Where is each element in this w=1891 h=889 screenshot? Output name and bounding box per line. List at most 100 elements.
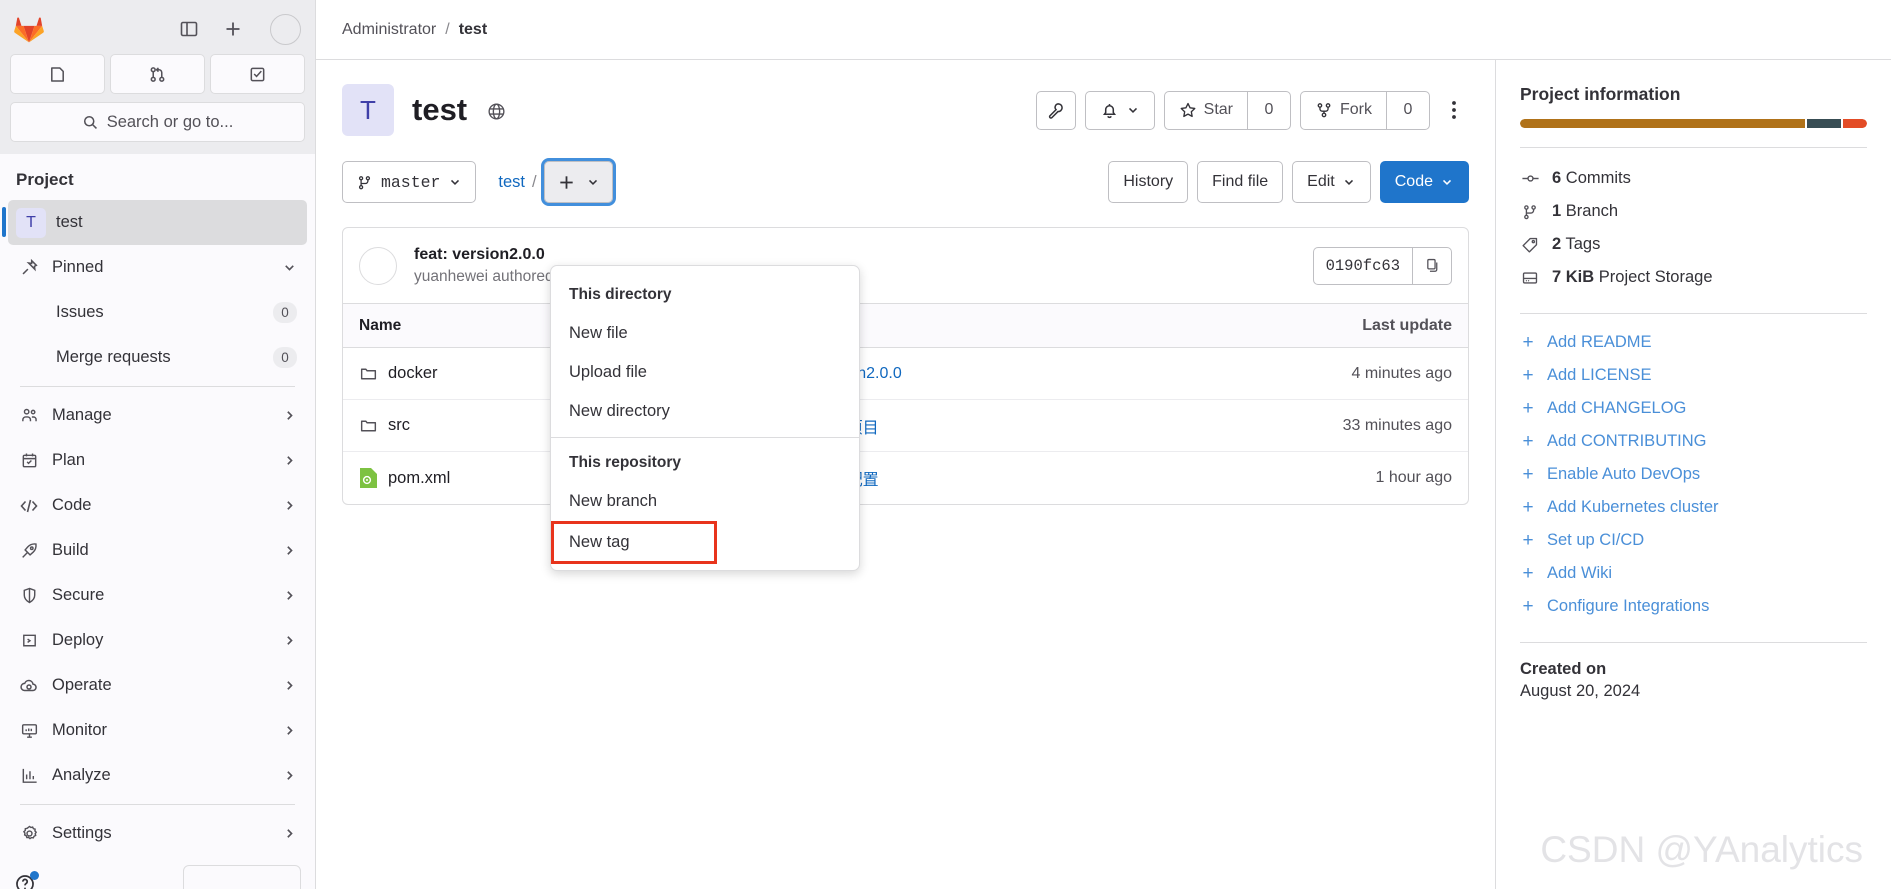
branch-icon [356,174,373,191]
chevron-right-icon [282,543,297,558]
sidebar-item-label: Issues [56,303,104,321]
file-list-table: Name Last update docker 4 minutes ago sr… [342,304,1469,505]
last-update-time: 4 minutes ago [1351,364,1452,382]
sidebar-bottom [0,855,315,889]
branch-selector[interactable]: master [342,161,477,203]
language-bar[interactable] [1520,119,1867,128]
plus-icon: + [1522,529,1534,551]
dropdown-item-new-file[interactable]: New file [551,314,859,353]
file-name[interactable]: pom.xml [388,469,450,488]
stat-commits[interactable]: 6 Commits [1520,162,1867,195]
link-add-readme[interactable]: + Add README [1520,326,1867,359]
sidebar-item-label: test [56,213,83,231]
commit-message[interactable]: feat: version2.0.0 [414,246,655,264]
sidebar-item-pinned[interactable]: Pinned [8,245,307,290]
link-enable-auto-devops[interactable]: + Enable Auto DevOps [1520,458,1867,491]
link-add-license[interactable]: + Add LICENSE [1520,359,1867,392]
help-icon[interactable] [14,871,39,889]
file-toolbar-actions: History Find file Edit Code [1108,161,1469,203]
last-commit-card: feat: version2.0.0 yuanhewei authored 4 … [342,227,1469,304]
stat-label: Branch [1565,202,1619,220]
link-label: Add README [1547,333,1652,351]
link-configure-integrations[interactable]: + Configure Integrations [1520,590,1867,623]
link-add-changelog[interactable]: + Add CHANGELOG [1520,392,1867,425]
chevron-right-icon [282,768,297,783]
plus-icon: + [1522,463,1534,485]
branch-name: master [381,172,441,192]
commit-author-avatar [359,246,397,285]
link-set-up-cicd[interactable]: + Set up CI/CD [1520,524,1867,557]
sidebar-item-operate[interactable]: Operate [8,663,307,708]
history-button[interactable]: History [1108,161,1189,203]
file-name[interactable]: src [388,416,410,435]
star-count[interactable]: 0 [1247,90,1291,130]
sidebar-item-merge-requests[interactable]: Merge requests 0 [8,335,307,380]
sidebar-item-build[interactable]: Build [8,528,307,573]
chevron-down-icon [1440,175,1454,189]
sidebar-item-label: Plan [52,451,86,469]
sidebar-item-code[interactable]: Code [8,483,307,528]
stat-tags[interactable]: 2 Tags [1520,228,1867,261]
xml-file-icon [359,467,378,489]
link-add-kubernetes-cluster[interactable]: + Add Kubernetes cluster [1520,491,1867,524]
fork-count[interactable]: 0 [1386,90,1430,130]
commit-sha[interactable]: 0190fc63 [1312,246,1412,285]
sidebar-topbar-actions [176,13,301,45]
gitlab-logo[interactable] [14,14,44,44]
sidebar-item-label: Operate [52,676,112,694]
toggle-sidebar-icon[interactable] [176,16,202,42]
link-label: Add Kubernetes cluster [1547,498,1719,516]
code-button[interactable]: Code [1379,161,1469,203]
sidebar-item-deploy[interactable]: Deploy [8,618,307,663]
sidebar-item-issues[interactable]: Issues 0 [8,290,307,335]
dropdown-item-new-tag[interactable]: New tag [551,521,717,564]
stat-value: 7 KiB [1552,268,1595,286]
table-row[interactable]: src feat: 添加项目 33 minutes ago [343,400,1468,452]
dropdown-item-upload-file[interactable]: Upload file [551,353,859,392]
table-row[interactable]: pom.xml feat: 添加配置 1 hour ago [343,452,1468,504]
dropdown-item-new-directory[interactable]: New directory [551,392,859,431]
sidebar-item-secure[interactable]: Secure [8,573,307,618]
edit-label: Edit [1307,173,1335,190]
breadcrumb-item-test[interactable]: test [459,21,487,39]
sidebar-item-label: Analyze [52,766,111,784]
add-to-repository-button[interactable] [540,158,616,206]
sidebar-item-monitor[interactable]: Monitor [8,708,307,753]
sidebar-item-settings[interactable]: Settings [8,811,307,856]
breadcrumb-item-administrator[interactable]: Administrator [342,21,436,39]
sidebar-bottom-panel[interactable] [183,865,301,889]
link-add-wiki[interactable]: + Add Wiki [1520,557,1867,590]
create-new-icon[interactable] [220,16,246,42]
star-button[interactable]: Star [1163,90,1247,130]
fork-button[interactable]: Fork [1300,90,1386,130]
sidebar-item-manage[interactable]: Manage [8,393,307,438]
stat-branches[interactable]: 1 Branch [1520,195,1867,228]
sidebar-section-title: Project [16,170,74,189]
copy-icon[interactable] [1412,246,1452,285]
bell-icon [1100,101,1119,120]
breadcrumb: Administrator / test [316,0,1891,60]
quick-link-todos[interactable] [210,54,305,94]
quick-link-merge-requests[interactable] [110,54,205,94]
link-add-contributing[interactable]: + Add CONTRIBUTING [1520,425,1867,458]
notifications-button[interactable] [1084,90,1155,130]
file-name[interactable]: docker [388,364,438,383]
divider [1520,642,1867,643]
sidebar-item-project-test[interactable]: T test [2,200,307,245]
table-row[interactable]: docker feat: version2.0.0 4 minutes ago [343,348,1468,400]
more-actions-icon[interactable] [1439,93,1469,127]
project-header-actions: Star 0 Fork 0 [1035,90,1469,130]
sidebar-item-plan[interactable]: Plan [8,438,307,483]
dropdown-item-new-branch[interactable]: New branch [551,482,859,521]
user-avatar[interactable] [270,13,301,45]
path-crumb-root[interactable]: test [498,173,525,192]
quick-link-issues[interactable] [10,54,105,94]
sidebar-divider [20,386,295,387]
find-file-button[interactable]: Find file [1197,161,1284,203]
plus-icon [557,173,576,192]
project-initial-badge: T [16,207,46,238]
edit-button[interactable]: Edit [1292,161,1371,203]
search-input[interactable]: Search or go to... [10,102,305,142]
sidebar-item-analyze[interactable]: Analyze [8,753,307,798]
wrench-button[interactable] [1035,90,1076,130]
